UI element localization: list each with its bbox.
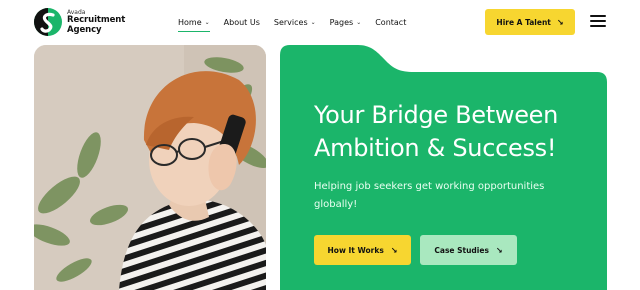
how-it-works-button[interactable]: How It Works ↘ [314,235,411,265]
logo-text: Avada Recruitment Agency [67,9,125,35]
logo[interactable]: Avada Recruitment Agency [33,7,125,37]
chevron-down-icon: ⌄ [204,18,210,26]
hero-panel: Your Bridge Between Ambition & Success! … [280,45,607,290]
case-studies-label: Case Studies [434,245,489,255]
brand-name-line2: Agency [67,24,102,35]
hero-photo [34,45,266,290]
chevron-down-icon: ⌄ [356,18,362,26]
how-it-works-label: How It Works [327,245,384,255]
nav-item-pages[interactable]: Pages ⌄ [330,15,362,29]
nav-item-label: About Us [223,17,260,27]
nav-item-label: Contact [375,17,407,27]
arrow-down-right-icon: ↘ [390,245,398,255]
hire-talent-label: Hire A Talent [496,17,551,27]
hire-talent-button[interactable]: Hire A Talent ↘ [485,9,575,35]
site-header: Avada Recruitment Agency Home ⌄ About Us… [0,0,640,45]
case-studies-button[interactable]: Case Studies ↘ [420,235,517,265]
arrow-down-right-icon: ↘ [556,17,564,27]
nav-item-label: Services [273,17,308,27]
nav-item-about[interactable]: About Us [224,15,260,29]
hamburger-icon[interactable] [590,15,606,29]
nav-item-label: Home [178,17,202,27]
nav-item-home[interactable]: Home ⌄ [178,15,210,32]
nav-item-services[interactable]: Services ⌄ [274,15,316,29]
arrow-down-right-icon: ↘ [495,245,503,255]
hero-title: Your Bridge Between Ambition & Success! [314,101,559,162]
hero-photo-illustration [34,45,266,290]
chevron-down-icon: ⌄ [310,18,316,26]
main-nav: Home ⌄ About Us Services ⌄ Pages ⌄ Conta… [178,15,420,32]
nav-item-label: Pages [329,17,354,27]
hero-subtitle: Helping job seekers get working opportun… [314,181,545,210]
logo-mark-icon [34,8,62,36]
nav-item-contact[interactable]: Contact [375,15,406,29]
